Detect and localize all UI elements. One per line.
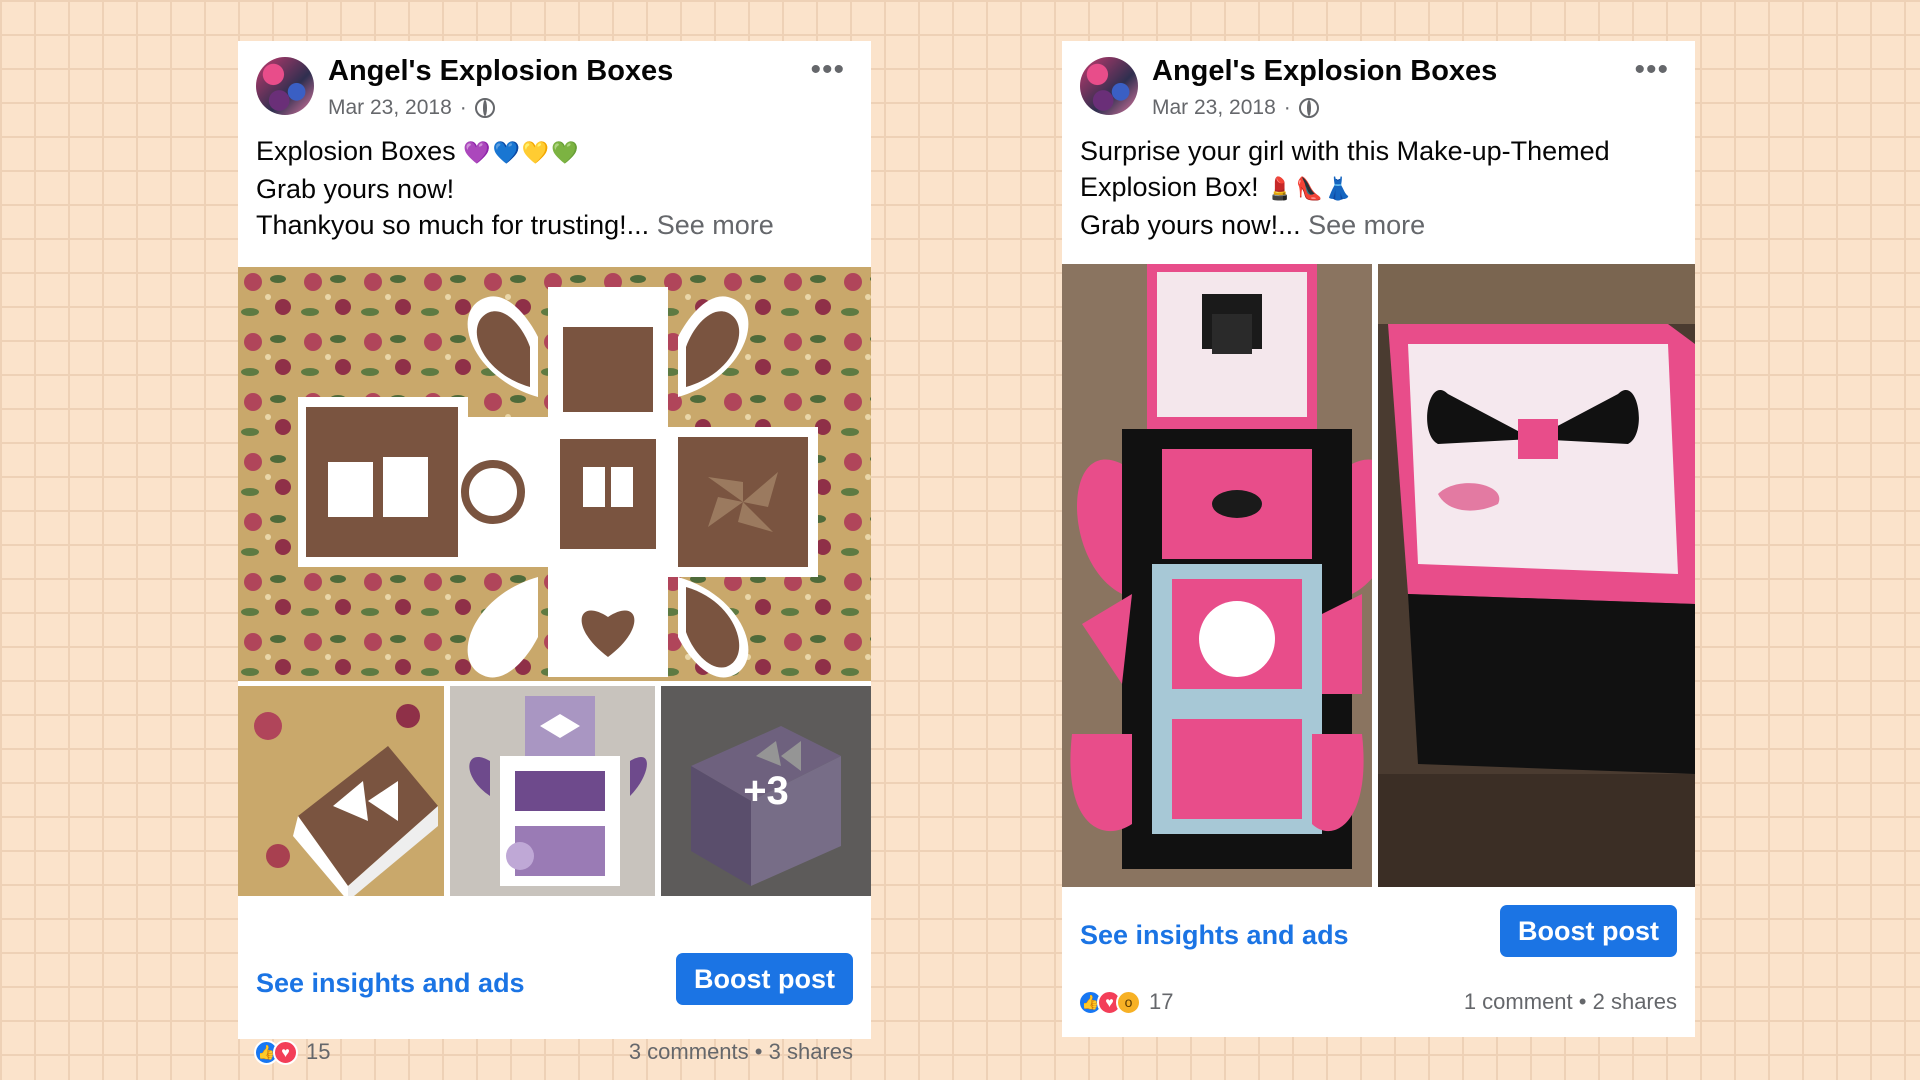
globe-icon — [1298, 98, 1319, 118]
comments-count[interactable]: 3 comments — [629, 1039, 749, 1064]
post-actions: See insights and ads Boost post — [238, 953, 871, 1023]
post-date[interactable]: Mar 23, 2018 — [1152, 96, 1276, 120]
more-photos-count: +3 — [743, 768, 789, 813]
makeup-emoji: 💄👠👗 — [1266, 176, 1355, 201]
caption-line: Explosion Boxes — [256, 136, 456, 166]
post-caption: Explosion Boxes 💜💙💛💚 Grab yours now! Tha… — [238, 125, 871, 243]
engagement-counts: 1 comment • 2 shares — [1464, 989, 1677, 1015]
page-avatar[interactable] — [256, 57, 314, 115]
post-header: Angel's Explosion Boxes Mar 23, 2018 · •… — [1062, 41, 1695, 125]
page-avatar[interactable] — [1080, 57, 1138, 115]
caption-line: Explosion Box! — [1080, 172, 1259, 202]
engagement-counts: 3 comments • 3 shares — [629, 1039, 853, 1065]
see-more-link[interactable]: See more — [657, 210, 774, 240]
globe-icon — [474, 98, 495, 118]
main-photo[interactable] — [1062, 264, 1372, 887]
shares-count[interactable]: 3 shares — [769, 1039, 853, 1064]
page-name-link[interactable]: Angel's Explosion Boxes — [1152, 55, 1497, 88]
post-meta: Mar 23, 2018 · — [1152, 96, 1319, 120]
photo-grid — [1062, 264, 1695, 887]
thumbnail-photo[interactable] — [450, 686, 655, 896]
page-name-link[interactable]: Angel's Explosion Boxes — [328, 55, 673, 88]
post-date[interactable]: Mar 23, 2018 — [328, 96, 452, 120]
second-photo[interactable] — [1378, 264, 1695, 887]
reactions-summary[interactable]: 👍 ♥ o 17 — [1078, 989, 1173, 1015]
see-insights-link[interactable]: See insights and ads — [1080, 920, 1349, 951]
caption-line: Grab yours now! — [256, 174, 455, 204]
post-meta: Mar 23, 2018 · — [328, 96, 495, 120]
main-photo[interactable] — [238, 267, 871, 681]
wow-icon: o — [1116, 989, 1141, 1015]
caption-line: Surprise your girl with this Make-up-The… — [1080, 136, 1610, 166]
separator: • — [754, 1039, 763, 1064]
photo-grid: +3 — [238, 267, 871, 937]
more-photos-overlay[interactable]: +3 — [661, 686, 871, 896]
see-insights-link[interactable]: See insights and ads — [256, 968, 525, 999]
post-actions: See insights and ads Boost post — [1062, 905, 1695, 975]
more-options-icon[interactable]: ••• — [1634, 53, 1669, 87]
comments-count[interactable]: 1 comment — [1464, 989, 1573, 1014]
love-icon: ♥ — [273, 1039, 298, 1065]
reactions-summary[interactable]: 👍 ♥ 15 — [254, 1039, 330, 1065]
post-stats: 👍 ♥ o 17 1 comment • 2 shares — [1062, 985, 1695, 1021]
post-header: Angel's Explosion Boxes Mar 23, 2018 · •… — [238, 41, 871, 125]
boost-post-button[interactable]: Boost post — [676, 953, 853, 1005]
post-stats: 👍 ♥ 15 3 comments • 3 shares — [238, 1035, 871, 1071]
post-caption: Surprise your girl with this Make-up-The… — [1062, 125, 1695, 243]
reaction-count: 15 — [306, 1039, 331, 1064]
separator: • — [1578, 989, 1587, 1014]
more-options-icon[interactable]: ••• — [810, 53, 845, 87]
caption-line: Grab yours now!... — [1080, 210, 1301, 240]
thumbnail-photo[interactable] — [238, 686, 444, 896]
post-card: Angel's Explosion Boxes Mar 23, 2018 · •… — [1062, 41, 1695, 1037]
boost-post-button[interactable]: Boost post — [1500, 905, 1677, 957]
post-card: Angel's Explosion Boxes Mar 23, 2018 · •… — [238, 41, 871, 1065]
reaction-count: 17 — [1149, 989, 1174, 1014]
caption-line: Thankyou so much for trusting!... — [256, 210, 650, 240]
see-more-link[interactable]: See more — [1308, 210, 1425, 240]
thumbnail-photo[interactable]: +3 — [661, 686, 871, 896]
hearts-emoji: 💜💙💛💚 — [463, 140, 581, 165]
shares-count[interactable]: 2 shares — [1593, 989, 1677, 1014]
